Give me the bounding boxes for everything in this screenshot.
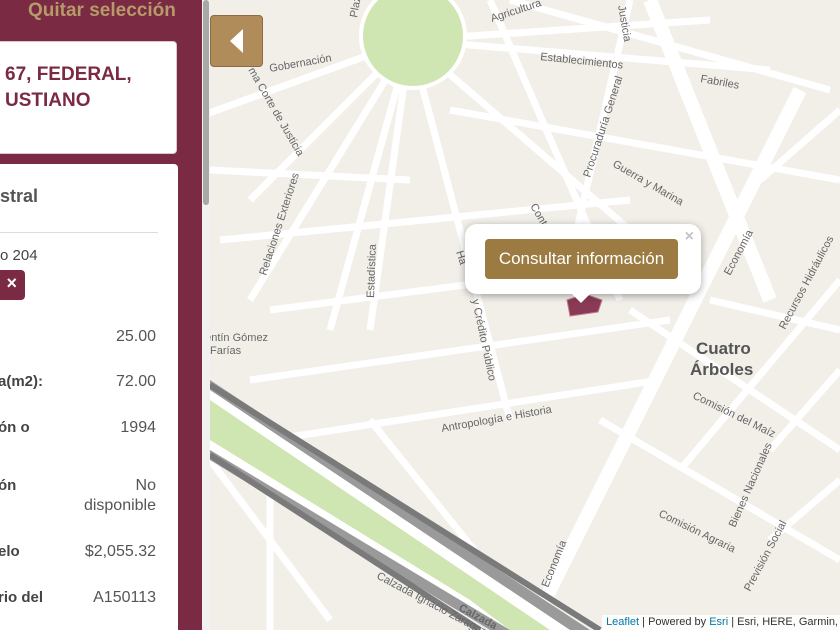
area-label-line-2: Árboles	[690, 360, 753, 379]
address-card: 67, FEDERAL, USTIANO	[0, 41, 177, 154]
label-estadistica: Estadística	[365, 243, 379, 298]
label-agricultura: Agricultura	[489, 0, 544, 25]
row-value-1: 72.00	[115, 373, 156, 390]
attribution-powered: | Powered by	[639, 616, 710, 628]
label-plaza: Plaza	[348, 0, 365, 19]
park-area	[359, 0, 467, 90]
row-label-3: ón	[0, 477, 17, 494]
calzada-road	[210, 390, 570, 630]
row-value-3-line-1: No	[135, 477, 156, 494]
label-comision-agraria: Comisión Agraria	[657, 508, 738, 556]
remove-tag-button[interactable]: ×	[0, 270, 25, 300]
row-label-5: rio del	[0, 589, 44, 606]
lot-text: o 204	[0, 247, 38, 264]
popup-tip	[570, 292, 592, 303]
row-value-4: $2,055.32	[84, 543, 156, 560]
consult-info-button[interactable]: Consultar información	[485, 239, 678, 279]
scrollbar-thumb[interactable]	[203, 0, 209, 205]
card-title: stral	[0, 186, 39, 206]
attribution-rest: | Esri, HERE, Garmin,	[728, 616, 838, 628]
address-line-1: 67, FEDERAL,	[5, 64, 132, 85]
row-label-1: a(m2):	[0, 373, 44, 390]
row-value-3: No disponible	[84, 476, 156, 516]
sidebar-panel: Quitar selección 67, FEDERAL, USTIANO st…	[0, 0, 202, 630]
map-attribution: Leaflet | Powered by Esri | Esri, HERE, …	[602, 615, 840, 630]
area-label-line-1: Cuatro	[696, 339, 751, 358]
chevron-left-icon	[230, 29, 243, 53]
label-gomez-1: Valentín Gómez	[210, 332, 268, 344]
row-label-2: ón o	[0, 419, 30, 436]
map-view[interactable]: Agricultura Plaza Gobernación Establecim…	[210, 0, 840, 630]
row-value-0: 25.00	[115, 328, 156, 345]
clear-selection-link[interactable]: Quitar selección	[28, 0, 176, 22]
sidebar-scrollbar[interactable]	[202, 0, 210, 630]
label-gomez-2: Farías	[210, 345, 242, 357]
cadastral-info-card: stral o 204 × 25.00 a(m2): 72.00 ón o 19…	[0, 164, 178, 630]
label-prevision: Previsión Social	[742, 519, 789, 594]
map-tiles: Agricultura Plaza Gobernación Establecim…	[210, 0, 840, 630]
address-line-2: USTIANO	[5, 90, 91, 111]
row-value-3-line-2: disponible	[83, 497, 156, 514]
esri-link[interactable]: Esri	[709, 616, 728, 628]
collapse-sidebar-button[interactable]	[210, 15, 263, 67]
map-popup: × Consultar información	[465, 224, 701, 294]
minor-streets	[210, 0, 840, 630]
popup-close-button[interactable]: ×	[685, 228, 694, 246]
label-credito: y Crédito Público	[469, 298, 498, 382]
close-icon: ×	[6, 273, 17, 293]
label-fabriles: Fabriles	[699, 73, 740, 92]
row-value-5: A150113	[93, 589, 156, 606]
leaflet-link[interactable]: Leaflet	[606, 616, 639, 628]
card-divider	[0, 232, 158, 233]
row-label-4: elo	[0, 543, 20, 560]
row-value-2: 1994	[120, 419, 156, 436]
